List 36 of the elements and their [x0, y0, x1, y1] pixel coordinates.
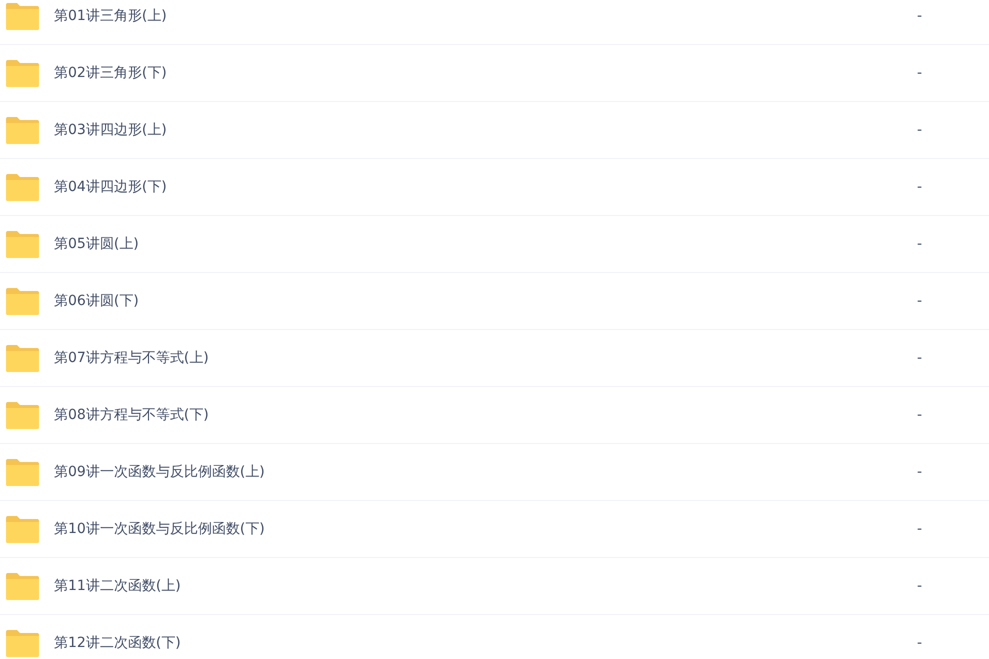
folder-icon — [6, 2, 39, 30]
folder-name[interactable]: 第03讲四边形(上) — [54, 121, 917, 139]
folder-icon — [6, 288, 39, 314]
folder-name[interactable]: 第02讲三角形(下) — [54, 64, 917, 82]
file-size: - — [917, 65, 924, 81]
folder-icon — [6, 174, 39, 200]
folder-icon — [6, 572, 39, 600]
file-size: - — [917, 350, 924, 366]
file-size: - — [917, 179, 924, 195]
file-size: - — [917, 293, 924, 309]
file-size: - — [917, 8, 924, 24]
folder-name[interactable]: 第08讲方程与不等式(下) — [54, 406, 917, 424]
folder-name[interactable]: 第11讲二次函数(上) — [54, 577, 917, 595]
file-size: - — [917, 236, 924, 252]
folder-icon — [6, 630, 39, 656]
folder-name[interactable]: 第05讲圆(上) — [54, 235, 917, 253]
folder-name[interactable]: 第09讲一次函数与反比例函数(上) — [54, 463, 917, 481]
folder-icon — [6, 458, 39, 486]
folder-name[interactable]: 第01讲三角形(上) — [54, 7, 917, 25]
folder-icon — [6, 344, 39, 372]
file-size: - — [917, 578, 924, 594]
folder-name[interactable]: 第10讲一次函数与反比例函数(下) — [54, 520, 917, 538]
folder-icon — [6, 60, 39, 86]
folder-name[interactable]: 第04讲四边形(下) — [54, 178, 917, 196]
folder-icon — [6, 516, 39, 542]
folder-name[interactable]: 第06讲圆(下) — [54, 292, 917, 310]
folder-name[interactable]: 第07讲方程与不等式(上) — [54, 349, 917, 367]
file-size: - — [917, 464, 924, 480]
folder-icon — [6, 230, 39, 258]
file-size: - — [917, 635, 924, 651]
folder-icon — [6, 402, 39, 428]
file-size: - — [917, 521, 924, 537]
folder-icon — [6, 116, 39, 144]
file-size: - — [917, 407, 924, 423]
file-size: - — [917, 122, 924, 138]
folder-name[interactable]: 第12讲二次函数(下) — [54, 634, 917, 652]
